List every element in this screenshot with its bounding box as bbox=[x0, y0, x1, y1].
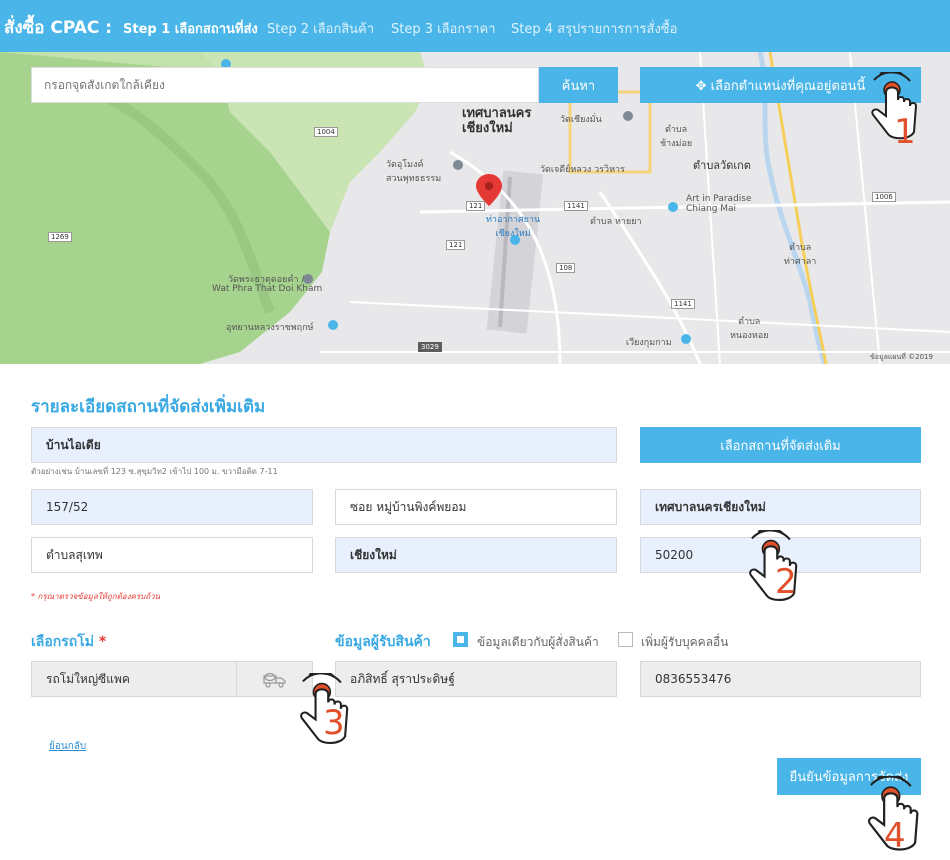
road-shield: 3029 bbox=[418, 342, 442, 352]
step-3-tab[interactable]: Step 3 เลือกราคา bbox=[391, 18, 496, 39]
delivery-details-title: รายละเอียดสถานที่จัดส่งเพิ่มเติม bbox=[31, 397, 266, 417]
road-shield: 1141 bbox=[671, 299, 695, 309]
step-1-tab[interactable]: Step 1 เลือกสถานที่ส่ง bbox=[123, 18, 258, 39]
soi-input[interactable]: ซอย หมู่บ้านพิงค์พยอม bbox=[335, 489, 617, 525]
map-attribution: ข้อมูลแผนที่ ©2019 bbox=[870, 353, 933, 361]
receiver-phone-field[interactable]: 0836553476 bbox=[640, 661, 921, 697]
map-label-wiang-kum-kam: เวียงกุมกาม bbox=[626, 338, 672, 348]
step-4-tab[interactable]: Step 4 สรุปรายการการสั่งซื้อ bbox=[511, 18, 677, 39]
road-shield: 1269 bbox=[48, 232, 72, 242]
callout-number: 3 bbox=[323, 703, 345, 743]
house-number-input[interactable]: 157/52 bbox=[31, 489, 313, 525]
map-search-input[interactable] bbox=[31, 67, 539, 103]
add-other-receiver-label: เพิ่มผู้รับบุคคลอื่น bbox=[641, 635, 729, 649]
province-input[interactable]: เชียงใหม่ bbox=[335, 537, 617, 573]
map-label-wat-ket: ตำบลวัดเกต bbox=[693, 159, 751, 172]
callout-number: 2 bbox=[775, 562, 797, 602]
add-other-receiver-checkbox[interactable] bbox=[618, 632, 633, 647]
map-label-nong-hoi: ตำบล หนองหอย bbox=[730, 317, 769, 341]
same-as-orderer-label: ข้อมูลเดียวกับผู้สั่งสินค้า bbox=[477, 635, 599, 649]
choose-previous-location-button[interactable]: เลือกสถานที่จัดส่งเดิม bbox=[640, 427, 921, 463]
same-as-orderer-checkbox[interactable] bbox=[453, 632, 468, 647]
map-label-art: Art in Paradise Chiang Mai bbox=[686, 194, 752, 214]
required-mark: * bbox=[98, 634, 107, 650]
back-link[interactable]: ย้อนกลับ bbox=[49, 739, 86, 754]
map-label-chedi: วัดเจดีย์หลวง วรวิหาร bbox=[540, 165, 625, 175]
map-label-park: อุทยานหลวงราชพฤกษ์ bbox=[226, 323, 314, 333]
place-name-input[interactable]: บ้านไอเดีย bbox=[31, 427, 617, 463]
map-label-hai-ya: ตำบล หายยา bbox=[590, 217, 642, 227]
map-label-temple: วัดอุโมงค์ สวนพุทธธรรม bbox=[386, 160, 442, 184]
tap-callout-1: 1 bbox=[866, 69, 922, 152]
map-label-chiang-man: วัดเชียงมั่น bbox=[560, 115, 602, 125]
map-panel[interactable]: เทศบาลนคร เชียงใหม่ วัดอุโมงค์ สวนพุทธธร… bbox=[0, 52, 950, 364]
map-label-doi-kham-en: Wat Phra That Doi Kham bbox=[212, 284, 323, 294]
top-navigation-bar: สั่งซื้อ CPAC : Step 1 เลือกสถานที่ส่ง S… bbox=[0, 0, 950, 52]
brand-title: สั่งซื้อ CPAC : bbox=[4, 18, 113, 38]
subdistrict-input[interactable]: ตำบลสุเทพ bbox=[31, 537, 313, 573]
tap-callout-2: 2 bbox=[733, 527, 813, 610]
truck-section-title: เลือกรถโม่ * bbox=[31, 631, 106, 653]
map-search-button[interactable]: ค้นหา bbox=[539, 67, 618, 103]
road-shield: 108 bbox=[556, 263, 576, 273]
road-shield: 1004 bbox=[314, 127, 338, 137]
road-shield: 1006 bbox=[872, 192, 896, 202]
receiver-name-field[interactable]: อภิสิทธิ์ สุราประดิษฐ์ bbox=[335, 661, 617, 697]
district-input[interactable]: เทศบาลนครเชียงใหม่ bbox=[640, 489, 921, 525]
road-shield: 1141 bbox=[564, 201, 588, 211]
truck-title-text: เลือกรถโม่ bbox=[31, 634, 94, 650]
validation-warning: * กรุณาตรวจข้อมูลให้ถูกต้องครบถ้วน bbox=[31, 592, 161, 601]
callout-number: 1 bbox=[894, 112, 916, 152]
road-shield: 121 bbox=[466, 201, 486, 211]
address-hint: ตัวอย่างเช่น บ้านเลขที่ 123 ซ.สุขุมวิท2 … bbox=[31, 467, 278, 476]
tap-callout-3: 3 bbox=[285, 670, 363, 753]
pointing-hand-icon bbox=[749, 527, 798, 602]
tap-callout-4: 4 bbox=[862, 773, 924, 860]
map-label-chang-moi: ตำบล ช้างม่อย bbox=[660, 125, 693, 149]
map-label-tha-sala: ตำบล ท่าศาลา bbox=[784, 243, 817, 267]
callout-number: 4 bbox=[884, 816, 906, 856]
truck-icon bbox=[263, 672, 286, 688]
receiver-section-title: ข้อมูลผู้รับสินค้า bbox=[335, 634, 431, 650]
map-label-city: เทศบาลนคร เชียงใหม่ bbox=[462, 106, 532, 136]
road-shield: 121 bbox=[446, 240, 466, 250]
map-label-airport: ท่าอากาศยาน เชียงใหม่ bbox=[486, 215, 541, 239]
step-2-tab[interactable]: Step 2 เลือกสินค้า bbox=[267, 18, 374, 39]
